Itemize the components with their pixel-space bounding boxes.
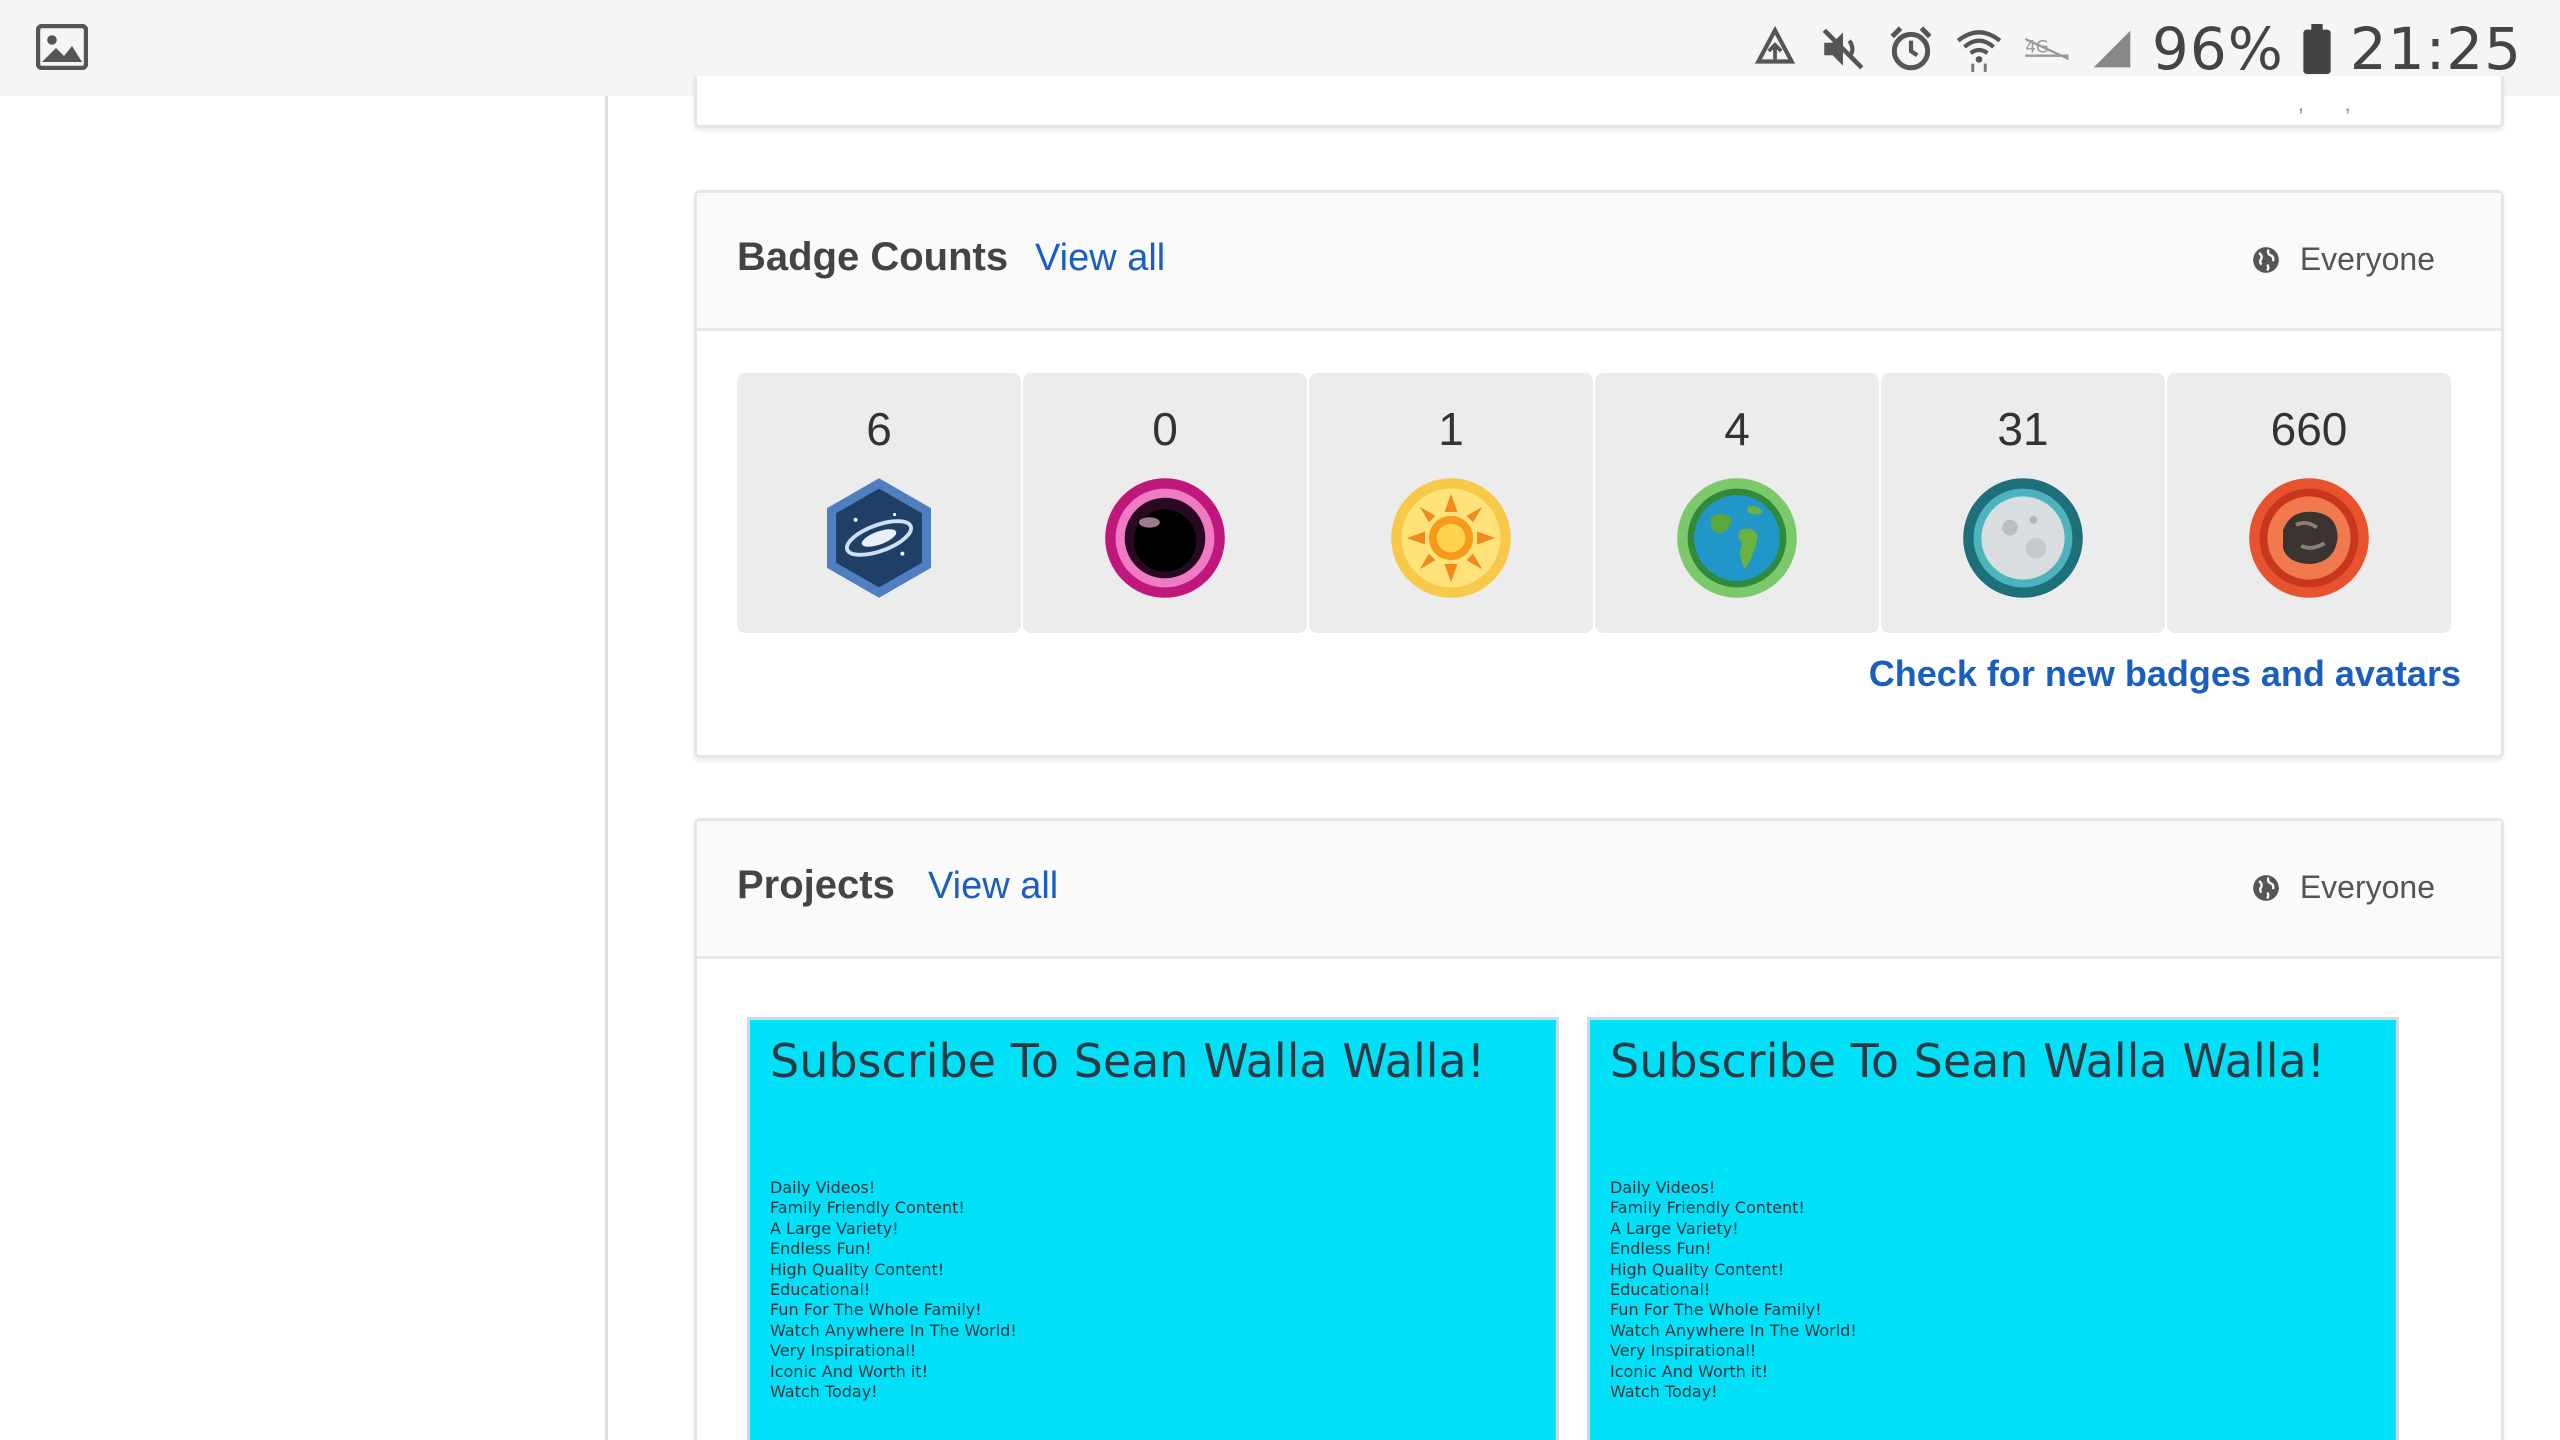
globe-icon <box>2252 246 2279 273</box>
project-line: Fun For The Whole Family! <box>770 1300 982 1320</box>
privacy-label: Everyone <box>2299 241 2435 277</box>
card-title: Badge Counts <box>737 235 1009 279</box>
project-line: High Quality Content! <box>770 1259 945 1279</box>
projects-header: Projects View all Everyone <box>697 821 2501 959</box>
badge-cell-black-hole[interactable]: 6 <box>737 373 1021 633</box>
privacy-indicator[interactable]: Everyone <box>2252 869 2435 906</box>
badge-count: 4 <box>1724 403 1750 455</box>
project-line: Very Inspirational! <box>1610 1341 1757 1361</box>
data-saver-icon <box>1754 25 1796 64</box>
project-title: Subscribe To Sean Walla Walla! <box>1610 1034 2326 1088</box>
project-thumbnail[interactable]: Subscribe To Sean Walla Walla! Daily Vid… <box>1587 1017 2399 1440</box>
project-description: Daily Videos! Family Friendly Content! A… <box>1610 1178 1857 1402</box>
badge-counts-header: Badge Counts View all Everyone <box>697 193 2501 331</box>
badge-counts-card: Badge Counts View all Everyone 6 0 1 4 3… <box>694 190 2504 758</box>
sun-badge-icon <box>1391 478 1511 598</box>
mute-icon <box>1822 28 1864 70</box>
left-sidebar <box>0 96 608 1440</box>
project-line: Daily Videos! <box>1610 1178 1716 1197</box>
project-line: Iconic And Worth it! <box>770 1361 928 1381</box>
project-line: Fun For The Whole Family! <box>1610 1300 1822 1320</box>
badge-cell-meteorite[interactable]: 660 <box>2167 373 2451 633</box>
project-thumbnail[interactable]: Subscribe To Sean Walla Walla! Daily Vid… <box>747 1017 1559 1440</box>
wifi-icon <box>1956 30 2002 72</box>
privacy-label: Everyone <box>2299 869 2435 905</box>
project-line: Endless Fun! <box>1610 1239 1712 1259</box>
project-line: Watch Anywhere In The World! <box>770 1320 1017 1340</box>
volte-icon: 4G <box>2024 37 2070 61</box>
globe-icon <box>2252 874 2279 901</box>
black-hole-badge-icon <box>827 478 931 598</box>
badge-cell-sun[interactable]: 1 <box>1309 373 1593 633</box>
gallery-icon[interactable] <box>36 24 88 70</box>
badge-count: 1 <box>1438 403 1464 455</box>
earth-badge-icon <box>1677 478 1797 598</box>
previous-card-bottom: ,, <box>694 76 2504 128</box>
meteorite-badge-icon <box>2249 478 2369 598</box>
privacy-indicator[interactable]: Everyone <box>2252 241 2435 278</box>
project-description: Daily Videos! Family Friendly Content! A… <box>770 1178 1017 1402</box>
projects-row: Subscribe To Sean Walla Walla! Daily Vid… <box>747 1017 2399 1440</box>
project-line: Educational! <box>1610 1280 1711 1300</box>
project-line: Watch Anywhere In The World! <box>1610 1320 1857 1340</box>
status-icons: 4G 96% 21:25 <box>1750 14 2522 84</box>
battery-percent: 96% <box>2151 15 2284 83</box>
clock: 21:25 <box>2349 15 2522 83</box>
project-line: A Large Variety! <box>770 1218 899 1238</box>
badge-cell-nebula[interactable]: 0 <box>1023 373 1307 633</box>
check-new-badges-link[interactable]: Check for new badges and avatars <box>1869 653 2461 695</box>
badge-count: 0 <box>1152 403 1178 455</box>
view-all-projects-link[interactable]: View all <box>928 865 1058 908</box>
project-line: Endless Fun! <box>770 1239 872 1259</box>
badge-cell-moon[interactable]: 31 <box>1881 373 2165 633</box>
badge-strip: 6 0 1 4 31 660 <box>737 373 2451 633</box>
moon-badge-icon <box>1963 478 2083 598</box>
main-content: ,, Badge Counts View all Everyone 6 0 1 … <box>608 76 2560 1440</box>
projects-card: Projects View all Everyone Subscribe To … <box>694 818 2504 1440</box>
project-line: Daily Videos! <box>770 1178 876 1197</box>
badge-count: 660 <box>2270 403 2348 455</box>
nebula-badge-icon <box>1105 478 1225 598</box>
card-title: Projects <box>737 863 895 907</box>
project-line: Educational! <box>770 1280 871 1300</box>
project-line: A Large Variety! <box>1610 1218 1739 1238</box>
project-line: High Quality Content! <box>1610 1259 1785 1279</box>
badge-count: 31 <box>1997 403 2049 455</box>
project-line: Family Friendly Content! <box>1610 1198 1805 1218</box>
view-all-badges-link[interactable]: View all <box>1035 237 1165 280</box>
signal-icon <box>2093 30 2131 68</box>
truncated-text: ,, <box>2297 90 2391 117</box>
project-line: Family Friendly Content! <box>770 1198 965 1218</box>
project-line: Watch Today! <box>770 1382 878 1402</box>
alarm-icon <box>1890 26 1932 71</box>
badge-cell-earth[interactable]: 4 <box>1595 373 1879 633</box>
project-line: Iconic And Worth it! <box>1610 1361 1768 1381</box>
project-title: Subscribe To Sean Walla Walla! <box>770 1034 1486 1088</box>
project-line: Very Inspirational! <box>770 1341 917 1361</box>
badge-count: 6 <box>866 403 892 455</box>
battery-icon <box>2303 24 2331 74</box>
project-line: Watch Today! <box>1610 1382 1718 1402</box>
